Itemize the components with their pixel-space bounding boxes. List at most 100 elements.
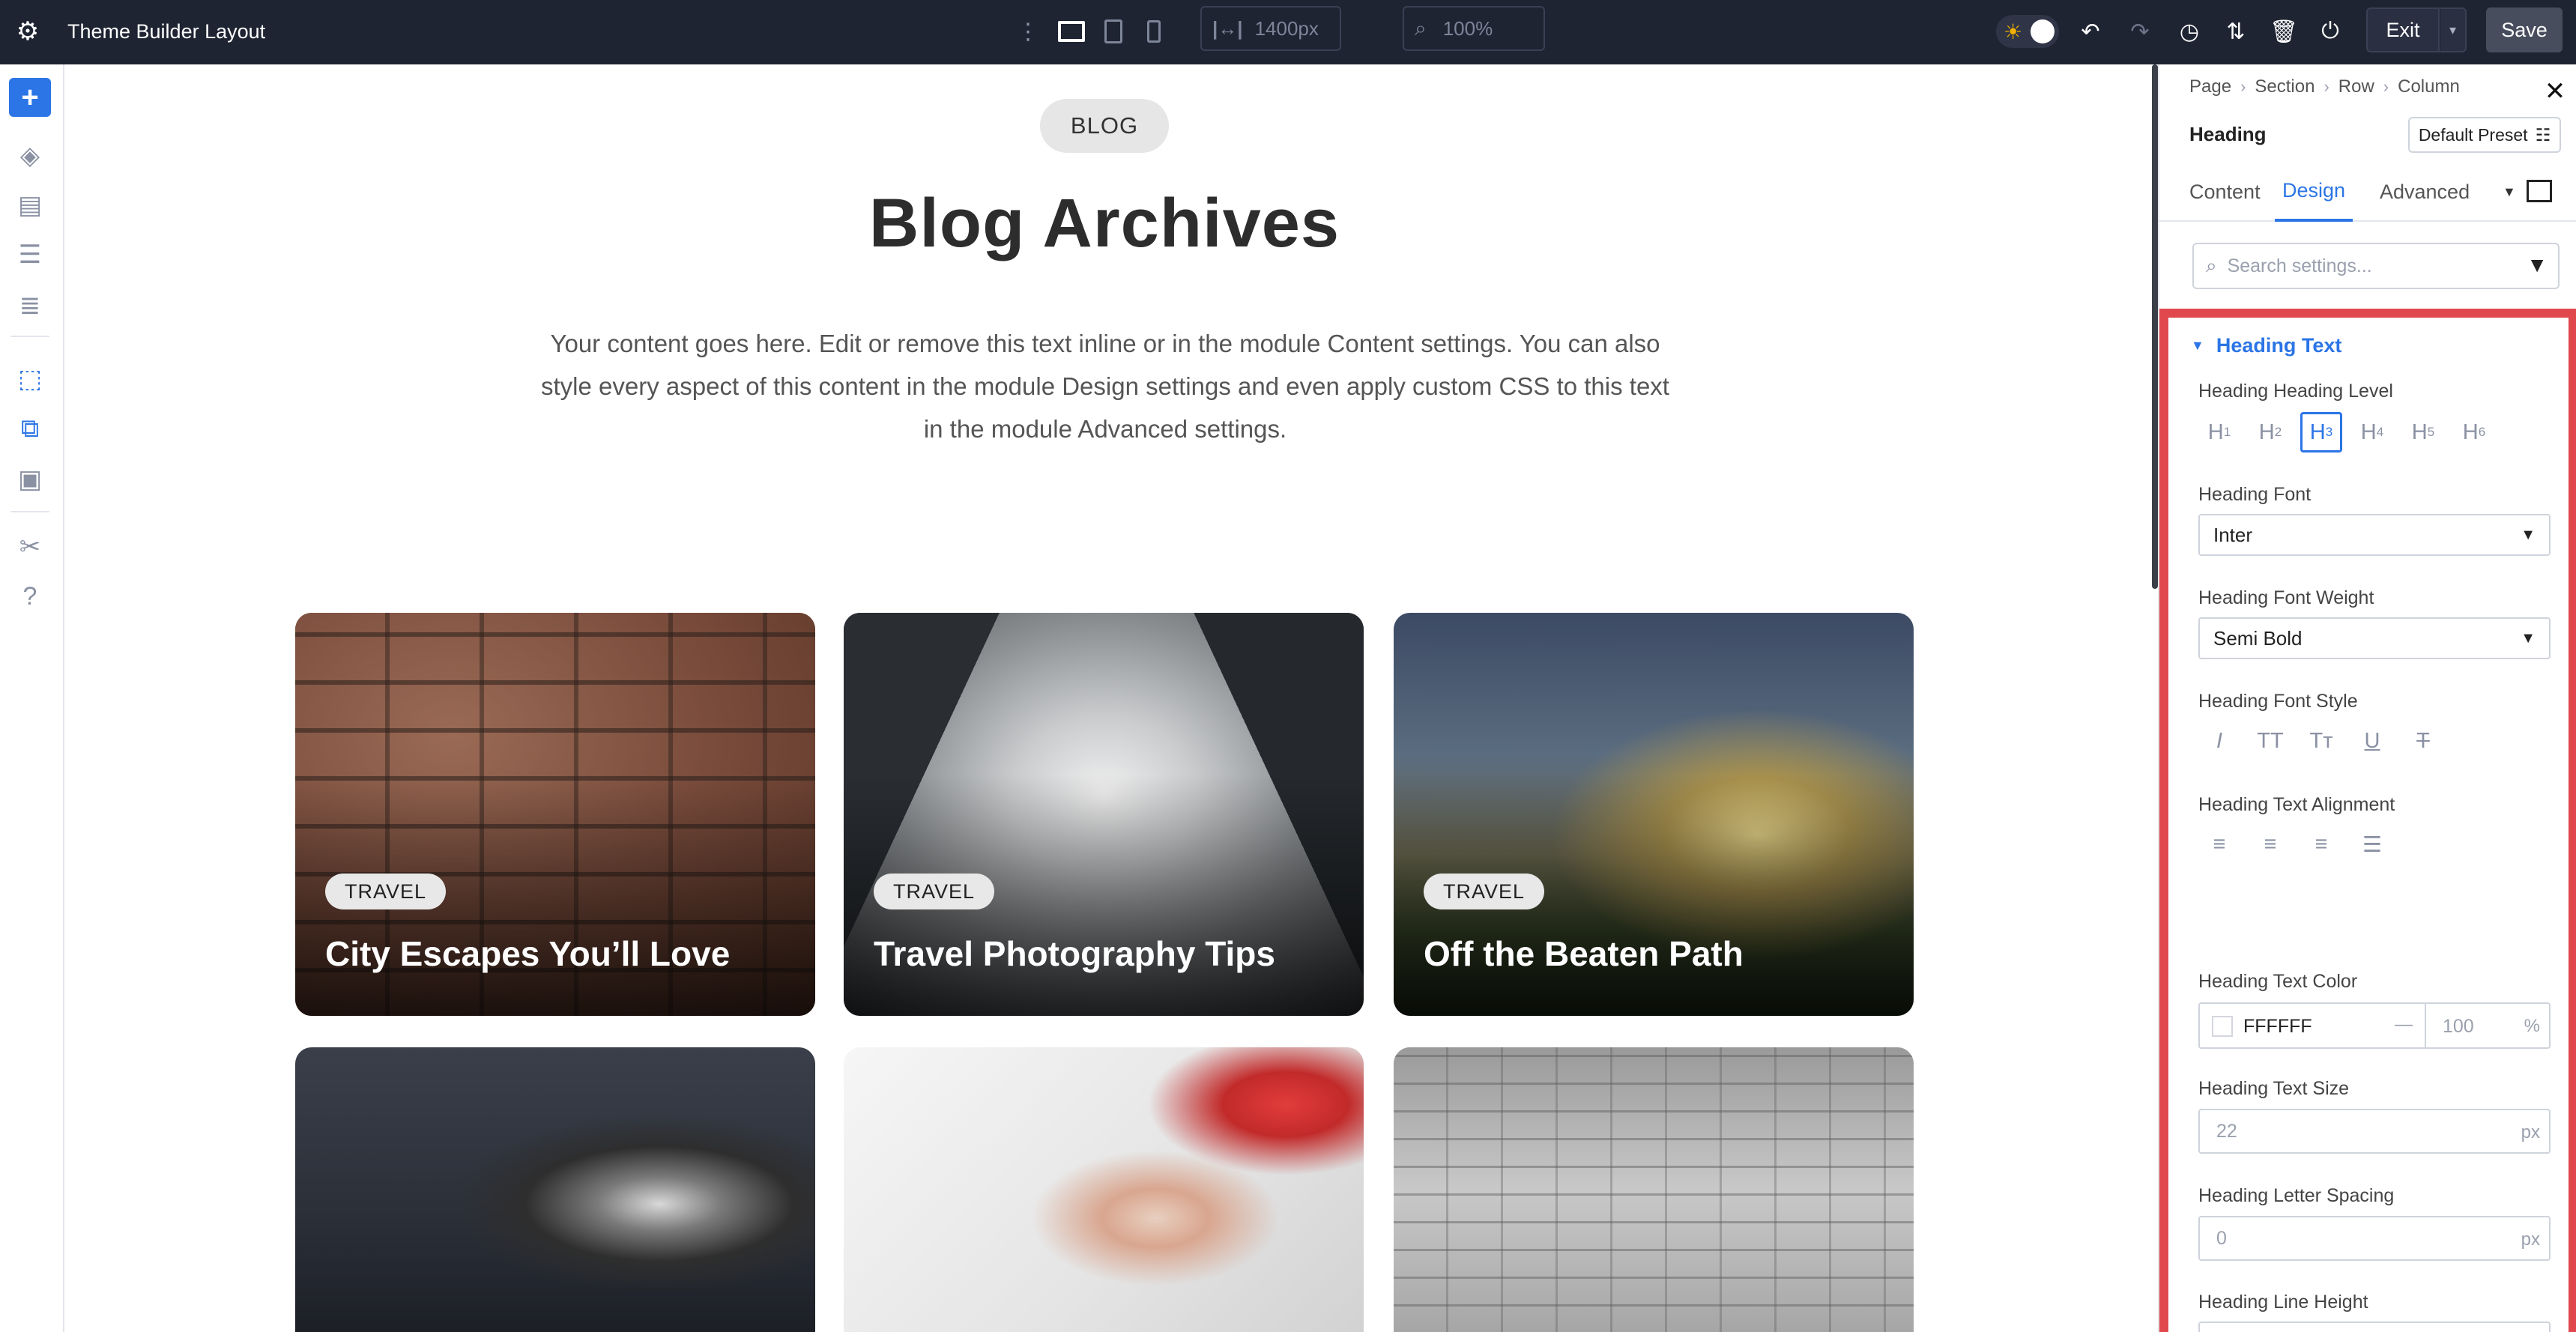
desktop-view-icon[interactable]	[1056, 17, 1086, 46]
history-icon[interactable]: ◷	[2173, 15, 2206, 48]
card-title[interactable]: Off the Beaten Path	[1424, 933, 1744, 974]
blog-card[interactable]: TRAVEL Travel Photography Tips	[844, 613, 1364, 1016]
color-opacity-value[interactable]: 100	[2443, 1016, 2474, 1038]
underline-button[interactable]: U	[2351, 721, 2393, 761]
blog-card[interactable]	[844, 1047, 1364, 1332]
heading-font-value: Inter	[2213, 523, 2253, 546]
blog-card[interactable]: TRAVEL Off the Beaten Path	[1394, 613, 1914, 1016]
theme-toggle[interactable]: ☀	[1996, 15, 2059, 48]
tools-icon[interactable]: ✂	[9, 527, 51, 566]
h3-button[interactable]: H3	[2300, 412, 2342, 452]
h1-letter: H	[2207, 420, 2224, 444]
save-button[interactable]: Save	[2486, 7, 2563, 52]
align-right-icon[interactable]: ≡	[2300, 824, 2342, 865]
line-height-unit[interactable]: em	[2515, 1329, 2540, 1332]
h4-letter: H	[2360, 420, 2377, 444]
italic-button[interactable]: I	[2198, 721, 2240, 761]
preset-selector[interactable]: Default Preset ☷	[2408, 117, 2561, 153]
page-title[interactable]: Blog Archives	[64, 184, 2144, 263]
zoom-field[interactable]: ⌕ 100%	[1403, 6, 1545, 51]
breadcrumb-column[interactable]: Column	[2398, 76, 2460, 97]
heading-text-size-input[interactable]: 22 px	[2198, 1109, 2551, 1154]
search-field[interactable]: ⌕ ▼	[2192, 243, 2560, 289]
heading-letter-spacing-input[interactable]: 0 px	[2198, 1216, 2551, 1261]
filter-icon[interactable]: ▼	[2527, 253, 2548, 277]
heading-font-label: Heading Font	[2198, 484, 2312, 505]
heading-font-weight-select[interactable]: Semi Bold ▼	[2198, 617, 2551, 659]
trash-icon[interactable]: 🗑	[2267, 15, 2300, 48]
capitalize-button[interactable]: Tт	[2300, 721, 2342, 761]
heading-text-group: ▼ Heading Text Heading Heading Level H 1 …	[2159, 309, 2576, 1332]
tab-design[interactable]: Design	[2275, 162, 2353, 222]
blog-card[interactable]	[1394, 1047, 1914, 1332]
phone-view-icon[interactable]	[1143, 17, 1165, 46]
heading-line-height-input[interactable]: 1 em	[2198, 1322, 2551, 1332]
h6-number: 6	[2478, 425, 2486, 439]
h5-button[interactable]: H5	[2402, 412, 2444, 452]
heading-text-color-field[interactable]: FFFFFF — 100 %	[2198, 1002, 2551, 1049]
search-input[interactable]	[2227, 255, 2512, 277]
h1-number: 1	[2223, 425, 2231, 439]
breadcrumb-section[interactable]: Section	[2255, 76, 2315, 97]
layers-icon[interactable]: ◈	[9, 136, 51, 175]
chevron-down-icon[interactable]: ▼	[2503, 162, 2516, 222]
toggle-knob	[2031, 19, 2055, 43]
h2-button[interactable]: H2	[2249, 412, 2291, 452]
tablet-view-icon[interactable]	[1101, 17, 1125, 46]
blog-card[interactable]	[295, 1047, 815, 1332]
h4-button[interactable]: H4	[2351, 412, 2393, 452]
breadcrumb-row[interactable]: Row	[2338, 76, 2374, 97]
heading-font-select[interactable]: Inter ▼	[2198, 514, 2551, 556]
blog-pill-label[interactable]: BLOG	[1040, 99, 1169, 153]
preview-settings-icon[interactable]: ▣	[9, 460, 51, 499]
uppercase-button[interactable]: TT	[2249, 721, 2291, 761]
letter-spacing-unit[interactable]: px	[2521, 1229, 2540, 1250]
tab-advanced[interactable]: Advanced	[2380, 162, 2470, 222]
heading-text-color-label: Heading Text Color	[2198, 971, 2358, 992]
tab-content[interactable]: Content	[2189, 162, 2261, 222]
breadcrumb-page[interactable]: Page	[2189, 76, 2231, 97]
intro-text[interactable]: Your content goes here. Edit or remove t…	[530, 322, 1680, 450]
blog-card[interactable]: TRAVEL City Escapes You’ll Love	[295, 613, 815, 1016]
chevron-right-icon: ›	[2323, 77, 2329, 96]
select-element-icon[interactable]: ⬚	[9, 360, 51, 399]
power-icon[interactable]: ⏻	[2314, 15, 2347, 48]
h6-letter: H	[2462, 420, 2479, 444]
h1-button[interactable]: H1	[2198, 412, 2240, 452]
multi-select-icon[interactable]: ⧉	[9, 409, 51, 448]
letter-spacing-value: 0	[2216, 1227, 2227, 1249]
database-icon[interactable]: ☰	[9, 235, 51, 274]
sort-icon[interactable]: ⇅	[2219, 15, 2252, 48]
card-tag[interactable]: TRAVEL	[325, 874, 447, 909]
exit-menu-caret-icon[interactable]: ▾	[2440, 7, 2467, 52]
exit-button[interactable]: Exit	[2366, 7, 2440, 52]
card-title[interactable]: Travel Photography Tips	[874, 933, 1275, 974]
text-size-unit[interactable]: px	[2521, 1122, 2540, 1143]
card-tag[interactable]: TRAVEL	[874, 874, 995, 909]
canvas-scrollbar[interactable]	[2152, 64, 2158, 589]
box-model-icon[interactable]	[2527, 180, 2552, 202]
heading-level-label: Heading Heading Level	[2198, 381, 2393, 402]
layout-title: Theme Builder Layout	[67, 19, 266, 43]
color-swatch[interactable]	[2212, 1016, 2233, 1037]
help-icon[interactable]: ?	[9, 577, 51, 616]
add-module-button[interactable]: +	[9, 78, 51, 117]
pages-icon[interactable]: ▤	[9, 186, 51, 225]
color-hex-value[interactable]: FFFFFF	[2243, 1016, 2312, 1038]
group-toggle[interactable]: ▼ Heading Text	[2191, 334, 2341, 357]
align-center-icon[interactable]: ≡	[2249, 824, 2291, 865]
more-options-icon[interactable]: ⋮	[1017, 15, 1039, 48]
align-justify-icon[interactable]: ☰	[2351, 824, 2393, 865]
h6-button[interactable]: H6	[2453, 412, 2495, 452]
h5-letter: H	[2411, 420, 2428, 444]
card-title[interactable]: City Escapes You’ll Love	[325, 933, 730, 974]
align-left-icon[interactable]: ≡	[2198, 824, 2240, 865]
card-tag[interactable]: TRAVEL	[1424, 874, 1545, 909]
redo-icon[interactable]: ↷	[2123, 15, 2156, 48]
sections-icon[interactable]: ≣	[9, 286, 51, 325]
strikethrough-button[interactable]: T	[2402, 721, 2444, 761]
close-icon[interactable]: ✕	[2542, 77, 2569, 106]
canvas-width-field[interactable]: |↔| 1400px	[1200, 6, 1341, 51]
gear-icon[interactable]: ⚙	[15, 15, 40, 48]
undo-icon[interactable]: ↶	[2074, 15, 2107, 48]
